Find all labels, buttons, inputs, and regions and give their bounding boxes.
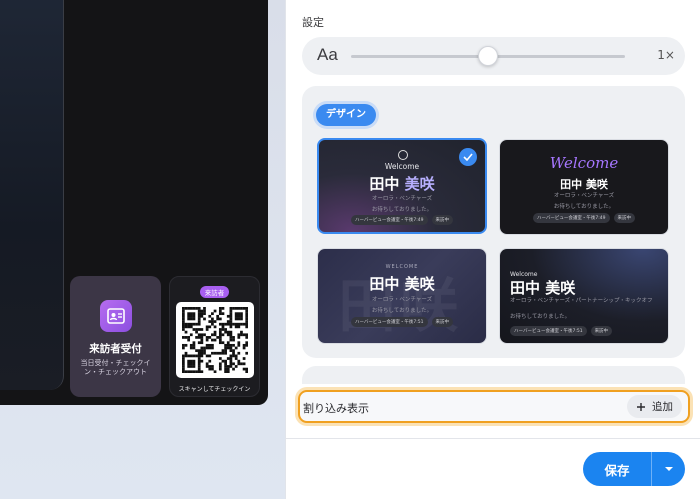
logo-icon: [398, 150, 408, 160]
save-button-group: 保存: [583, 452, 685, 486]
design-card-2[interactable]: Welcome 田中 美咲 オーロラ・ベンチャーズ お待ちしておりました。 ハー…: [499, 139, 669, 235]
card-name: 田中 美咲: [369, 275, 435, 293]
qr-caption: スキャンしてチェックイン: [178, 386, 251, 393]
interrupt-display-row: 割り込み表示 追加: [298, 390, 690, 423]
card-pills: ハーバービュー会議室・午後7:49 来訪中: [319, 215, 485, 225]
card-message: お待ちしておりました。: [510, 314, 571, 320]
design-card-3[interactable]: 田咲 WELCOME 田中 美咲 オーロラ・ベンチャーズ お待ちしておりました。…: [317, 248, 487, 344]
settings-panel: 設定 Aa 1× デザイン Welcome 田中 美咲 オーロラ・ベンチャーズ …: [285, 0, 700, 499]
id-card-icon: [99, 300, 132, 332]
card-welcome: Welcome: [384, 162, 420, 171]
text-size-control: Aa 1×: [302, 37, 685, 75]
visitor-reception-tile[interactable]: 来訪者受付 当日受付・チェックイン・チェックアウト: [70, 276, 161, 397]
save-button[interactable]: 保存: [583, 452, 651, 486]
status-pill: 来訪中: [613, 213, 636, 223]
card-company: オーロラ・ベンチャーズ・パートナーシップ・キックオフ: [510, 298, 653, 304]
status-pill: 来訪中: [431, 317, 454, 327]
card-pills: ハーバービュー会議室・午後7:49 来訪中: [500, 213, 668, 223]
card-welcome: Welcome: [549, 154, 619, 172]
text-size-slider-thumb[interactable]: [478, 46, 498, 66]
card-name: 田中 美咲: [560, 178, 608, 191]
plus-icon: [637, 402, 645, 411]
status-pill: 来訪中: [431, 215, 454, 225]
card-message: お待ちしておりました。: [553, 204, 615, 210]
add-interrupt-button[interactable]: 追加: [627, 395, 682, 418]
card-company: オーロラ・ベンチャーズ: [371, 297, 433, 303]
qr-code: [175, 302, 254, 378]
card-pills: ハーバービュー会議室・午後7:51 来訪中: [318, 317, 486, 327]
text-size-scale-label: 1×: [657, 48, 675, 62]
add-button-label: 追加: [652, 401, 673, 413]
design-card-1[interactable]: Welcome 田中 美咲 オーロラ・ベンチャーズ お待ちしておりました。 ハー…: [317, 138, 487, 234]
card-welcome: WELCOME: [385, 264, 419, 270]
card-pills: ハーバービュー会議室・午後7:51 来訪中: [510, 326, 613, 336]
meeting-pill: ハーバービュー会議室・午後7:51: [350, 317, 428, 327]
footer-divider: [286, 438, 700, 439]
qr-checkin-tile[interactable]: 来訪者 スキャンしてチェックイン: [169, 276, 260, 397]
meeting-pill: ハーバービュー会議室・午後7:49: [532, 213, 610, 223]
status-pill: 来訪中: [590, 326, 613, 336]
save-options-button[interactable]: [651, 452, 685, 486]
design-card-4[interactable]: Welcome 田中 美咲 オーロラ・ベンチャーズ・パートナーシップ・キックオフ…: [499, 248, 669, 344]
visitor-badge: 来訪者: [199, 286, 230, 298]
next-section-strip: [302, 366, 685, 384]
font-size-icon: Aa: [317, 45, 338, 64]
meeting-pill: ハーバービュー会議室・午後7:51: [510, 326, 587, 336]
card-name: 田中 美咲: [319, 173, 485, 194]
settings-section-title: 設定: [302, 16, 324, 29]
meeting-pill: ハーバービュー会議室・午後7:49: [350, 215, 428, 225]
card-company: オーロラ・ベンチャーズ: [371, 196, 433, 202]
card-message: お待ちしておりました。: [371, 207, 433, 213]
card-name: 田中 美咲: [510, 279, 576, 297]
card-company: オーロラ・ベンチャーズ: [553, 193, 615, 199]
design-picker: デザイン Welcome 田中 美咲 オーロラ・ベンチャーズ お待ちしておりまし…: [302, 86, 685, 358]
visitor-tile-title: 来訪者受付: [89, 343, 142, 355]
interrupt-display-label: 割り込み表示: [303, 402, 369, 415]
visitor-tile-subtitle: 当日受付・チェックイン・チェックアウト: [80, 359, 151, 377]
card-given-name: 美咲: [404, 175, 435, 193]
card-surname: 田中: [369, 175, 400, 193]
design-tab[interactable]: デザイン: [316, 104, 376, 126]
chevron-down-icon: [664, 467, 673, 471]
preview-screen: [0, 0, 64, 390]
card-message: お待ちしておりました。: [371, 308, 433, 314]
